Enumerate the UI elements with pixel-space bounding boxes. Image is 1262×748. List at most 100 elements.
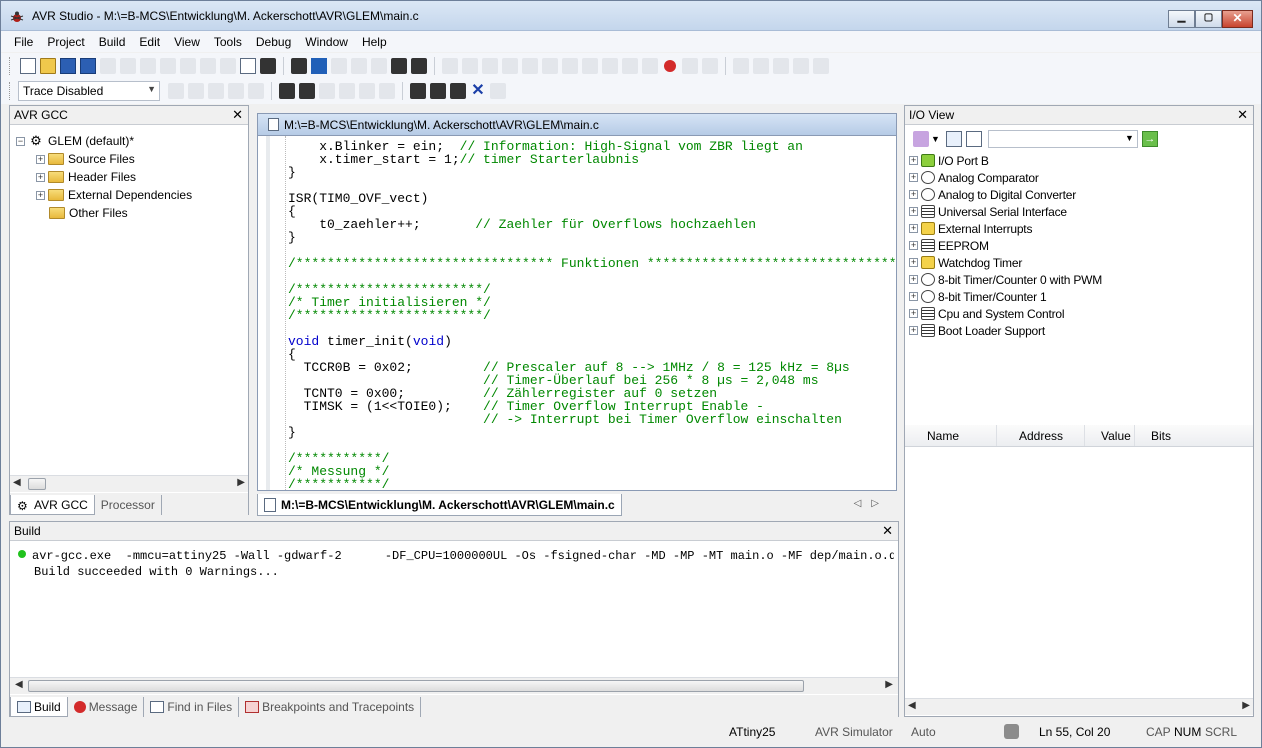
toolbar-grip[interactable] (9, 82, 12, 100)
expand-icon[interactable]: + (909, 275, 918, 284)
cancel-build-icon[interactable]: ✕ (470, 83, 486, 99)
expand-icon[interactable]: + (36, 154, 45, 164)
editor-gutter[interactable] (258, 136, 286, 490)
tab-message[interactable]: Message (67, 697, 145, 717)
build-options-icon[interactable] (490, 83, 506, 99)
tree-item-header-files[interactable]: + Header Files (16, 168, 192, 186)
io-tree-item[interactable]: +8-bit Timer/Counter 0 with PWM (909, 271, 1102, 288)
quickwatch-icon[interactable] (622, 58, 638, 74)
remove-breakpoints-icon[interactable] (682, 58, 698, 74)
close-button[interactable]: ✕ (1222, 10, 1253, 28)
scroll-right-icon[interactable]: ▶ (885, 679, 893, 690)
copy-icon[interactable] (140, 58, 156, 74)
menu-project[interactable]: Project (40, 35, 91, 49)
expand-icon[interactable]: + (909, 309, 918, 318)
io-search-combo[interactable]: ▼ (987, 130, 1138, 148)
processor-window-icon[interactable] (813, 58, 829, 74)
toolbar-grip[interactable] (9, 57, 12, 75)
reset-icon[interactable] (482, 58, 498, 74)
trace-filter-icon[interactable] (168, 83, 184, 99)
printer-icon[interactable] (180, 58, 196, 74)
trace-icon[interactable] (702, 58, 718, 74)
io-tree-item[interactable]: + EEPROM (909, 237, 1102, 254)
build-run-icon[interactable] (450, 83, 466, 99)
stop-icon[interactable] (462, 58, 478, 74)
print-icon[interactable] (100, 58, 116, 74)
tree-item-source-files[interactable]: + Source Files (16, 150, 192, 168)
upload-icon[interactable] (359, 83, 375, 99)
redo-icon[interactable] (220, 58, 236, 74)
run-to-cursor-icon[interactable] (582, 58, 598, 74)
close-icon[interactable]: ✕ (1237, 107, 1248, 123)
bookmark-next-icon[interactable] (331, 58, 347, 74)
indent-icon[interactable] (391, 58, 407, 74)
col-address[interactable]: Address (997, 425, 1085, 446)
tab-build[interactable]: Build (10, 697, 68, 717)
expand-icon[interactable]: + (909, 224, 918, 233)
open-file-icon[interactable] (40, 58, 56, 74)
save-icon[interactable] (60, 58, 76, 74)
chevron-down-icon[interactable]: ▼ (931, 134, 940, 144)
io-window-icon[interactable] (793, 58, 809, 74)
list-view-icon[interactable] (965, 131, 982, 147)
project-hscrollbar[interactable]: ◀ ▶ (10, 475, 248, 492)
io-tree-item[interactable]: + Universal Serial Interface (909, 203, 1102, 220)
bookmark-icon[interactable] (311, 58, 327, 74)
cut-icon[interactable] (120, 58, 136, 74)
compile-icon[interactable] (410, 83, 426, 99)
tab-main-c[interactable]: M:\=B-MCS\Entwicklung\M. Ackerschott\AVR… (257, 494, 622, 516)
tab-processor[interactable]: Processor (94, 495, 162, 515)
tab-breakpoints[interactable]: Breakpoints and Tracepoints (239, 697, 422, 717)
step-over-icon[interactable] (542, 58, 558, 74)
menu-tools[interactable]: Tools (207, 35, 249, 49)
chip-icon[interactable] (319, 83, 335, 99)
scroll-left-icon[interactable]: ◀ (13, 477, 21, 488)
scroll-thumb[interactable] (28, 680, 804, 692)
trace-mode-select[interactable]: Trace Disabled ▼ (18, 81, 160, 101)
memory-window-icon[interactable] (753, 58, 769, 74)
tab-nav-arrows[interactable]: ◁▷ (854, 498, 889, 509)
scroll-left-icon[interactable]: ◀ (908, 700, 916, 711)
maximize-button[interactable]: ▢ (1195, 10, 1222, 28)
register-window-icon[interactable] (773, 58, 789, 74)
scroll-right-icon[interactable]: ▶ (237, 477, 245, 488)
trace-start-icon[interactable] (208, 83, 224, 99)
tab-find-in-files[interactable]: Find in Files (144, 697, 240, 717)
avr-program-icon[interactable] (299, 83, 315, 99)
io-hscrollbar[interactable]: ◀ ▶ (905, 698, 1253, 715)
io-tree-item[interactable]: + Boot Loader Support (909, 322, 1102, 339)
undo-icon[interactable] (200, 58, 216, 74)
step-out-icon[interactable] (562, 58, 578, 74)
menu-file[interactable]: File (7, 35, 40, 49)
code-area[interactable]: x.Blinker = ein; // Information: High-Si… (288, 140, 896, 490)
menu-build[interactable]: Build (92, 35, 133, 49)
trace-down-icon[interactable] (228, 83, 244, 99)
new-file-icon[interactable] (20, 58, 36, 74)
auto-step-icon[interactable] (602, 58, 618, 74)
io-tree-item[interactable]: + Cpu and System Control (909, 305, 1102, 322)
bookmark-prev-icon[interactable] (351, 58, 367, 74)
disassembler-icon[interactable] (642, 58, 658, 74)
window-list-icon[interactable] (240, 58, 256, 74)
expand-icon[interactable]: + (36, 172, 45, 182)
tab-avr-gcc[interactable]: ⚙ AVR GCC (10, 495, 95, 515)
outdent-icon[interactable] (411, 58, 427, 74)
trace-up-icon[interactable] (248, 83, 264, 99)
build-output[interactable]: avr-gcc.exe -mmcu=attiny25 -Wall -gdwarf… (18, 548, 894, 580)
scroll-right-icon[interactable]: ▶ (1242, 700, 1250, 711)
expand-icon[interactable]: + (909, 207, 918, 216)
bookmark-clear-icon[interactable] (371, 58, 387, 74)
scroll-thumb[interactable] (28, 478, 46, 490)
menu-view[interactable]: View (167, 35, 207, 49)
menu-debug[interactable]: Debug (249, 35, 298, 49)
menu-window[interactable]: Window (298, 35, 355, 49)
expand-icon[interactable]: + (909, 173, 918, 182)
build-hscrollbar[interactable]: ◀ ▶ (10, 677, 898, 694)
watch-window-icon[interactable] (733, 58, 749, 74)
tree-item-external-dependencies[interactable]: + External Dependencies (16, 186, 192, 204)
close-icon[interactable]: ✕ (882, 523, 893, 539)
connect-icon[interactable] (279, 83, 295, 99)
tree-view-icon[interactable] (945, 131, 962, 147)
minimize-button[interactable]: ▁ (1168, 10, 1195, 28)
col-bits[interactable]: Bits (1135, 425, 1195, 446)
